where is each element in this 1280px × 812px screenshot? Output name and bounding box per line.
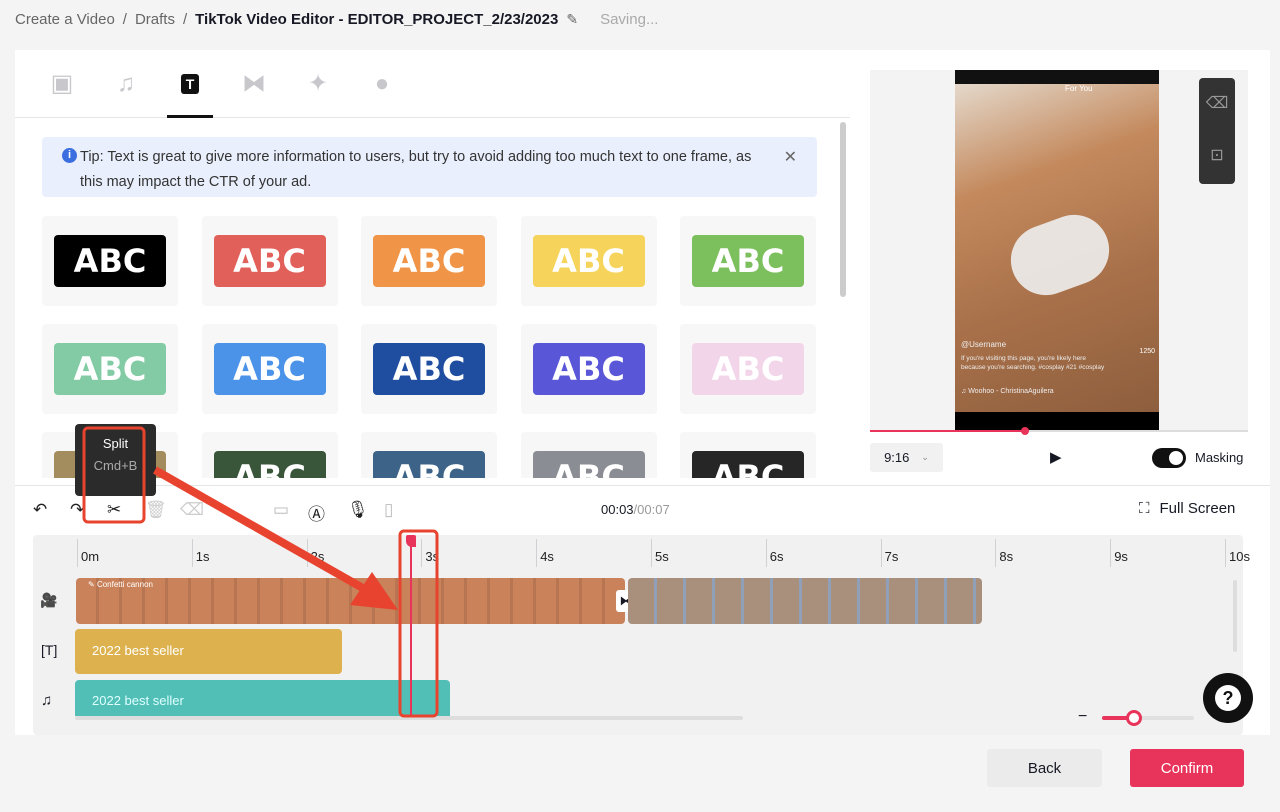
annotation-overlay xyxy=(82,426,439,718)
annotation-box-playhead xyxy=(398,529,439,718)
annotation-arrow xyxy=(153,466,377,599)
annotation-box-split xyxy=(82,426,146,524)
annotation-arrowhead xyxy=(350,572,398,610)
